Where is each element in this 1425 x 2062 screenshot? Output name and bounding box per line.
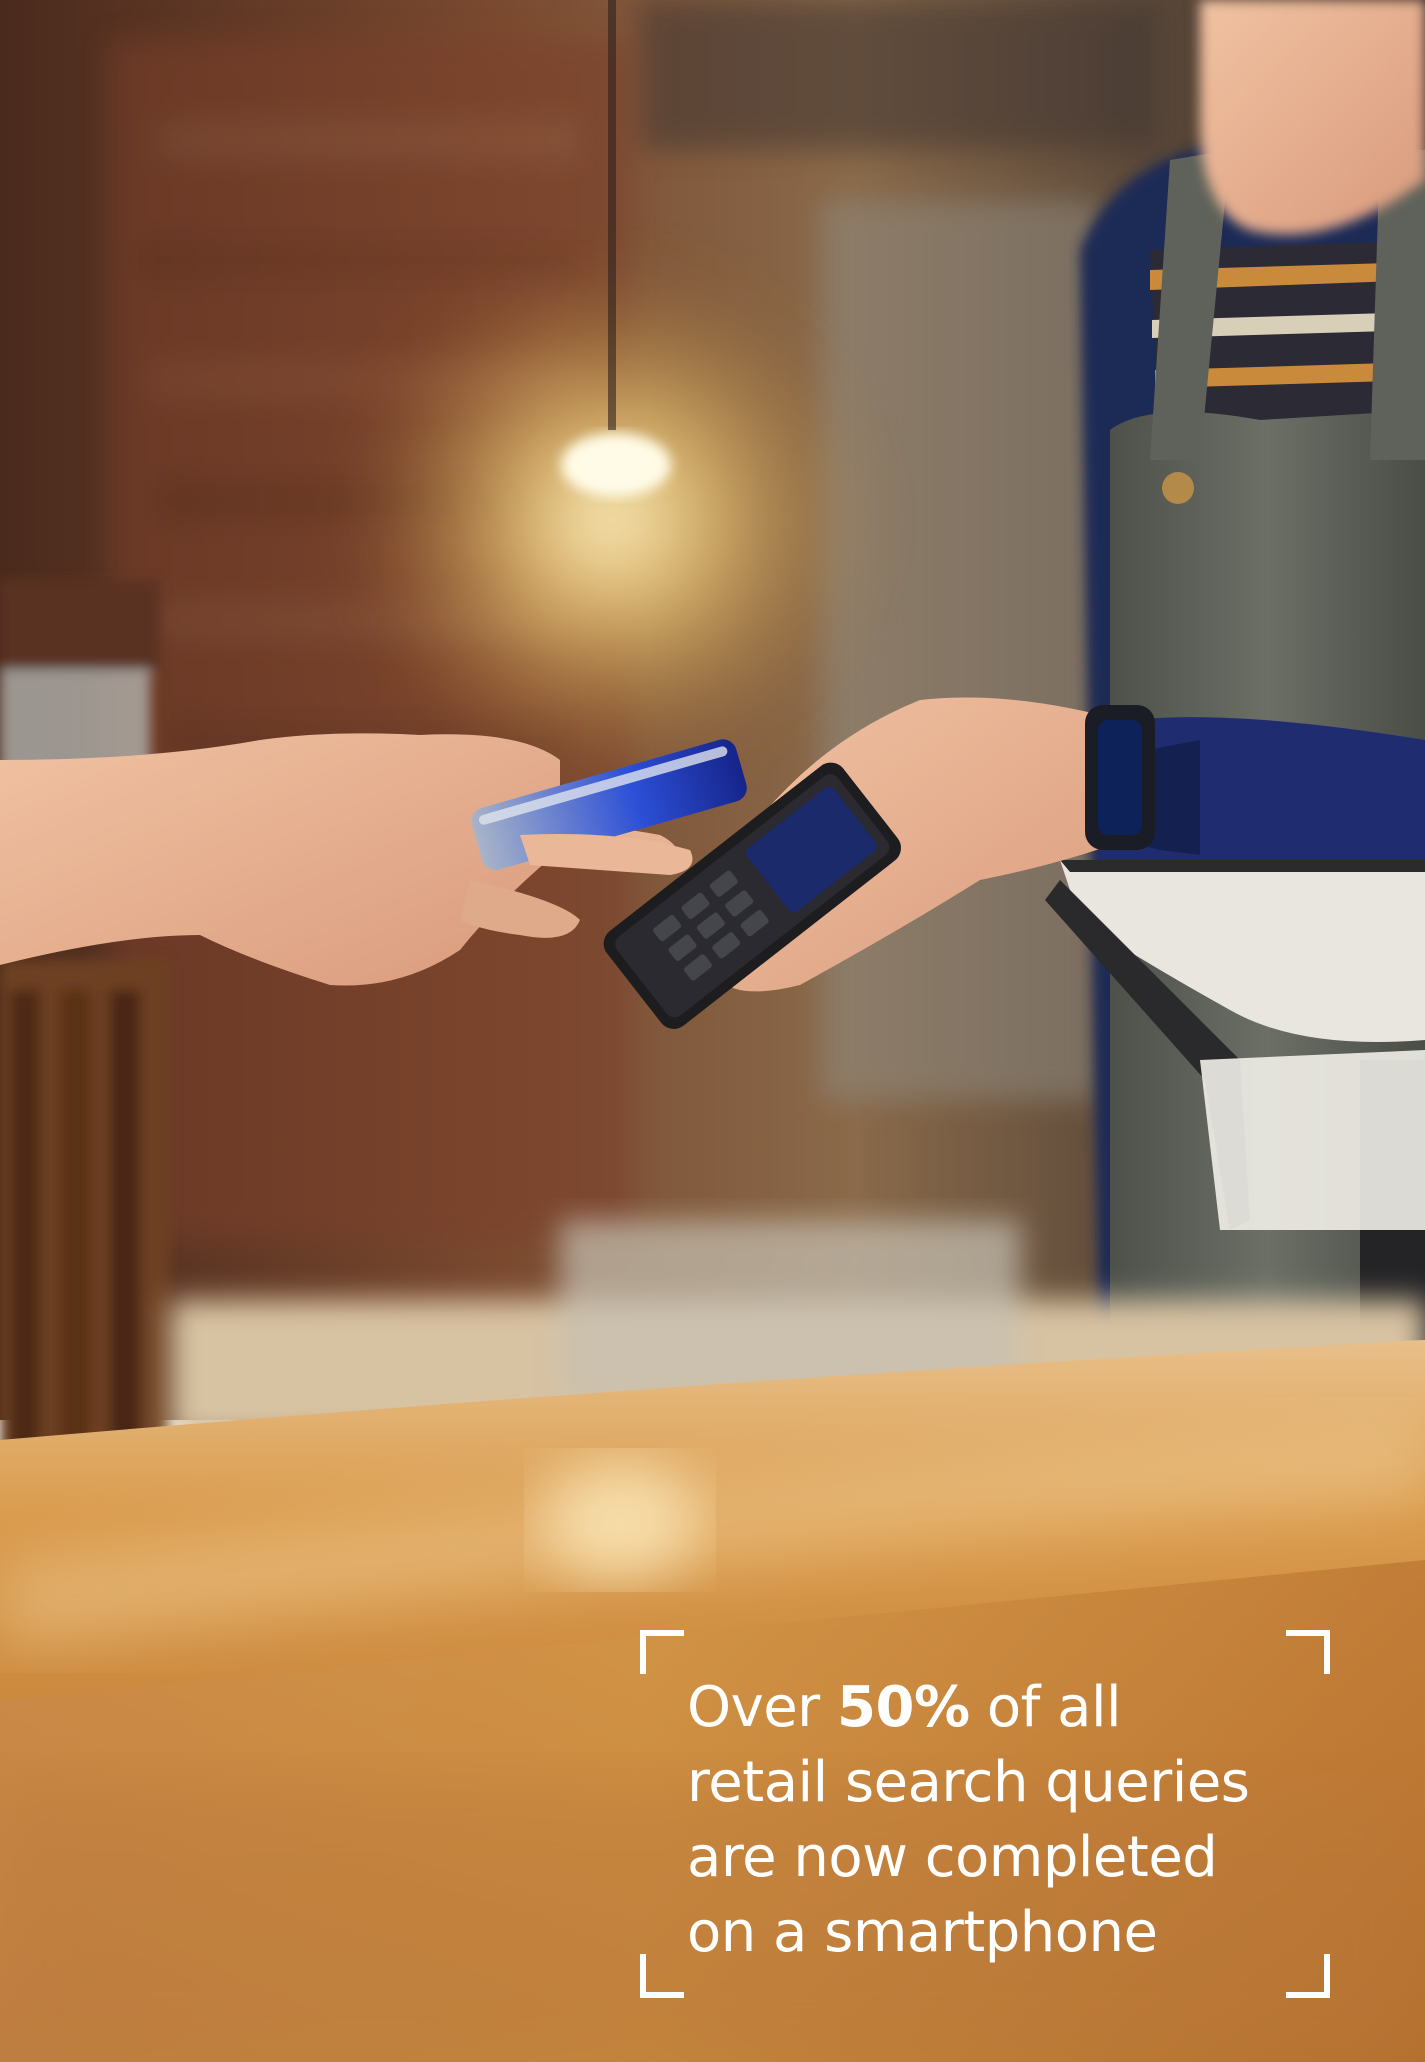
bracket-bottom-left: [640, 1954, 684, 1998]
statistic-line-1: Over 50% of all: [687, 1675, 1122, 1740]
bracket-top-right: [1286, 1630, 1330, 1674]
statistic-text: Over 50% of all retail search queries ar…: [687, 1670, 1307, 1970]
statistic-line-4: on a smartphone: [687, 1900, 1158, 1965]
statistic-line-3: are now completed: [687, 1825, 1218, 1890]
ad-page: Over 50% of all retail search queries ar…: [0, 0, 1425, 2062]
statistic-highlight: 50%: [837, 1675, 970, 1740]
statistic-callout: Over 50% of all retail search queries ar…: [640, 1630, 1330, 1998]
bracket-top-left: [640, 1630, 684, 1674]
statistic-line-2: retail search queries: [687, 1750, 1250, 1815]
